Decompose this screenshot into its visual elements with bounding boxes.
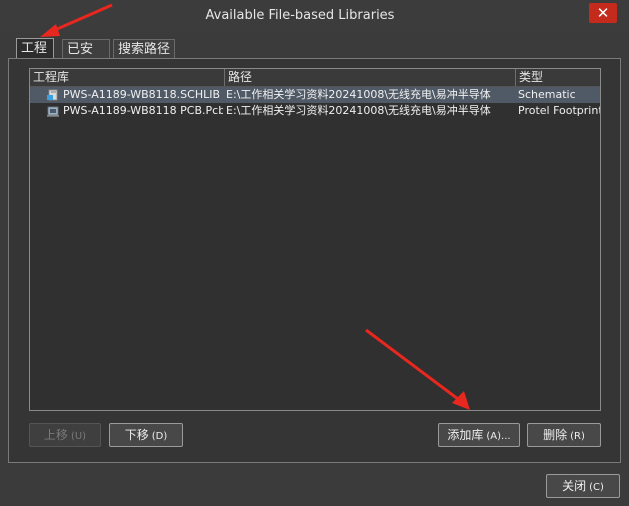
tab-panel: 工程库 路径 类型 PWS-A1189-WB8118.SCHLIB E:\工作相… xyxy=(8,58,621,463)
move-down-accel: (D) xyxy=(151,431,168,442)
add-library-button[interactable]: 添加库 (A)... xyxy=(438,423,520,447)
add-library-label: 添加库 xyxy=(447,428,484,442)
list-header: 工程库 路径 类型 xyxy=(30,69,600,87)
move-down-button[interactable]: 下移 (D) xyxy=(109,423,183,447)
table-row[interactable]: PWS-A1189-WB8118 PCB.PcbLib E:\工作相关学习资料2… xyxy=(30,103,600,119)
tab-installed[interactable]: 已安装 xyxy=(62,39,110,76)
close-button[interactable]: 关闭 (C) xyxy=(546,474,620,498)
column-header-path[interactable]: 路径 xyxy=(225,69,516,86)
remove-button[interactable]: 删除 (R) xyxy=(527,423,601,447)
library-name: PWS-A1189-WB8118.SCHLIB xyxy=(63,88,221,101)
schematic-lib-icon xyxy=(47,89,58,101)
move-up-label: 上移 xyxy=(43,428,68,442)
remove-label: 删除 xyxy=(543,428,568,442)
remove-accel: (R) xyxy=(570,431,585,442)
close-accel: (C) xyxy=(589,482,604,493)
close-label: 关闭 xyxy=(562,479,587,493)
library-path: E:\工作相关学习资料20241008\无线充电\易冲半导体 xyxy=(226,104,491,117)
library-path: E:\工作相关学习资料20241008\无线充电\易冲半导体 xyxy=(226,88,491,101)
tab-project[interactable]: 工程 xyxy=(16,38,54,59)
move-up-button: 上移 (U) xyxy=(29,423,101,447)
title-bar: Available File-based Libraries ✕ xyxy=(0,0,629,32)
window-close-button[interactable]: ✕ xyxy=(589,3,617,23)
close-icon: ✕ xyxy=(596,4,610,22)
column-header-library[interactable]: 工程库 xyxy=(30,69,225,86)
column-header-type[interactable]: 类型 xyxy=(516,69,602,86)
tab-search-path[interactable]: 搜索路径 xyxy=(113,39,175,58)
library-list[interactable]: 工程库 路径 类型 PWS-A1189-WB8118.SCHLIB E:\工作相… xyxy=(29,68,601,411)
window-title: Available File-based Libraries xyxy=(205,8,395,23)
library-type: Schematic xyxy=(518,88,576,101)
add-library-accel: (A)... xyxy=(486,431,511,442)
pcb-lib-icon xyxy=(47,106,59,117)
table-row[interactable]: PWS-A1189-WB8118.SCHLIB E:\工作相关学习资料20241… xyxy=(30,87,600,103)
move-down-label: 下移 xyxy=(124,428,149,442)
library-type: Protel Footprint xyxy=(518,104,600,117)
move-up-accel: (U) xyxy=(70,431,87,442)
library-name: PWS-A1189-WB8118 PCB.PcbLib xyxy=(63,104,223,117)
